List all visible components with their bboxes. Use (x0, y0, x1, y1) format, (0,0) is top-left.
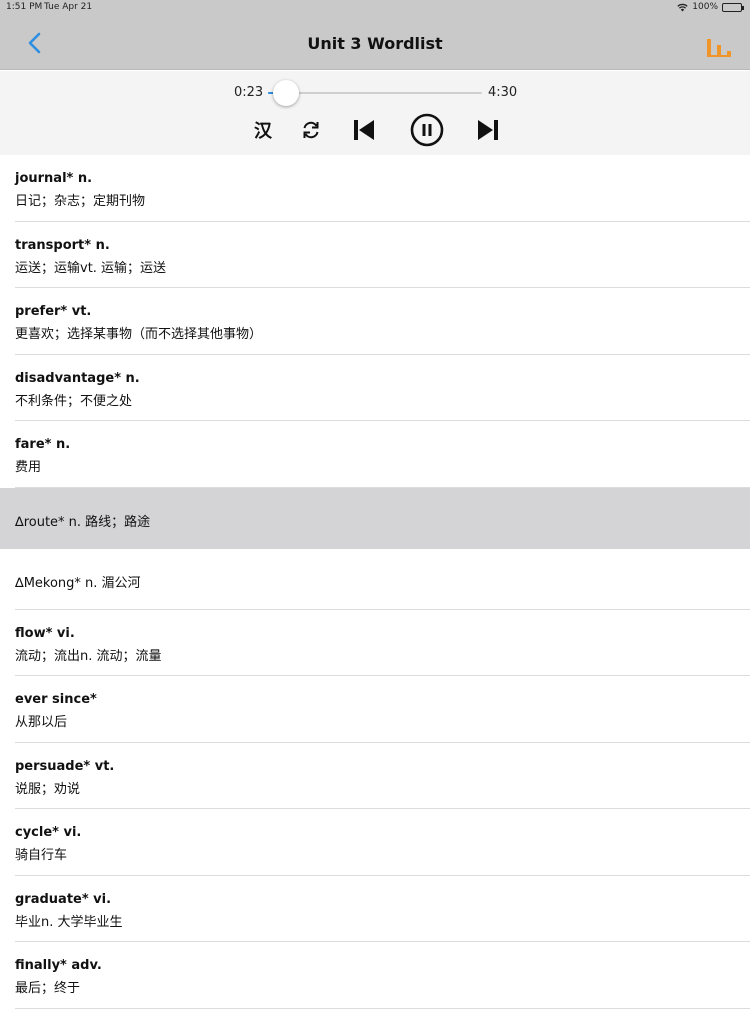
word-headword: fare* n. (15, 437, 71, 452)
word-headword: ever since* (15, 692, 97, 707)
list-item[interactable]: graduate* vi. 毕业n. 大学毕业生 (0, 875, 750, 942)
word-definition: 毕业n. 大学毕业生 (15, 914, 123, 930)
word-definition: 运送；运输vt. 运输；运送 (15, 260, 167, 276)
list-item[interactable]: ∆Mekong* n. 湄公河 (0, 548, 750, 610)
word-definition: 日记；杂志；定期刊物 (15, 194, 146, 209)
word-definition: 说服；劝说 (15, 781, 81, 797)
status-time: 1:51 PM (6, 2, 43, 12)
total-time: 4:30 (488, 85, 518, 100)
list-item[interactable]: flow* vi. 流动；流出n. 流动；流量 (0, 609, 750, 676)
word-list: journal* n. 日记；杂志；定期刊物 transport* n. 运送；运输v… (0, 155, 750, 1009)
battery-icon (722, 2, 744, 12)
wifi-icon (677, 3, 688, 11)
page-title: Unit 3 Wordlist (307, 34, 443, 53)
list-item[interactable]: persuade* vt. 说服；劝说 (0, 742, 750, 809)
pause-icon (410, 113, 444, 147)
word-headword: journal* n. (15, 171, 93, 186)
word-headword: prefer* vt. (15, 304, 92, 319)
next-button[interactable] (476, 118, 500, 142)
word-entry: ∆route* n. 路线；路途 (15, 514, 151, 530)
list-item[interactable]: fare* n. 费用 (0, 421, 750, 488)
list-item[interactable]: transport* n. 运送；运输vt. 运输；运送 (0, 221, 750, 288)
word-headword: graduate* vi. (15, 891, 112, 907)
chinese-toggle-button[interactable]: 汉 (250, 117, 276, 143)
word-definition: 流动；流出n. 流动；流量 (15, 648, 162, 664)
progress-slider[interactable] (268, 80, 482, 106)
battery-percent: 100% (692, 2, 718, 12)
slider-track (268, 92, 482, 94)
word-headword: disadvantage* n. (15, 370, 140, 386)
word-definition: 费用 (15, 460, 42, 475)
word-definition: 从那以后 (15, 715, 68, 730)
word-definition: 不利条件；不便之处 (15, 393, 133, 409)
word-headword: cycle* vi. (15, 825, 82, 840)
status-right: 100% (677, 2, 744, 12)
status-date: Tue Apr 21 (44, 2, 93, 12)
skip-forward-icon (478, 120, 498, 140)
levels-icon (707, 39, 731, 57)
pause-button[interactable] (410, 113, 444, 147)
navigation-bar: Unit 3 Wordlist (0, 16, 750, 70)
list-item[interactable]: cycle* vi. 骑自行车 (0, 809, 750, 876)
word-headword: persuade* vt. (15, 758, 115, 774)
word-definition: 最后；终于 (15, 981, 81, 996)
levels-button[interactable] (706, 37, 732, 59)
list-item[interactable]: prefer* vt. 更喜欢；选择某事物（而不选择其他事物） (0, 288, 750, 355)
audio-player: 0:23 4:30 汉 (0, 71, 750, 155)
word-definition: 更喜欢；选择某事物（而不选择其他事物） (15, 327, 263, 342)
word-entry: ∆Mekong* n. 湄公河 (15, 575, 141, 591)
list-item[interactable]: finally* adv. 最后；终于 (0, 942, 750, 1009)
list-item[interactable]: ∆route* n. 路线；路途 (0, 487, 750, 549)
elapsed-time: 0:23 (234, 85, 264, 100)
list-item[interactable]: ever since* 从那以后 (0, 676, 750, 743)
word-headword: transport* n. (15, 237, 110, 253)
list-item[interactable]: journal* n. 日记；杂志；定期刊物 (0, 155, 750, 222)
status-bar: 1:51 PM Tue Apr 21 100% (0, 0, 750, 16)
previous-button[interactable] (352, 118, 376, 142)
skip-back-icon (354, 120, 374, 140)
repeat-icon (303, 121, 319, 139)
word-definition: 骑自行车 (15, 848, 68, 863)
list-item[interactable]: disadvantage* n. 不利条件；不便之处 (0, 354, 750, 421)
word-headword: finally* adv. (15, 958, 102, 973)
repeat-button[interactable] (300, 119, 322, 141)
slider-thumb[interactable] (273, 80, 300, 106)
word-headword: flow* vi. (15, 625, 75, 641)
